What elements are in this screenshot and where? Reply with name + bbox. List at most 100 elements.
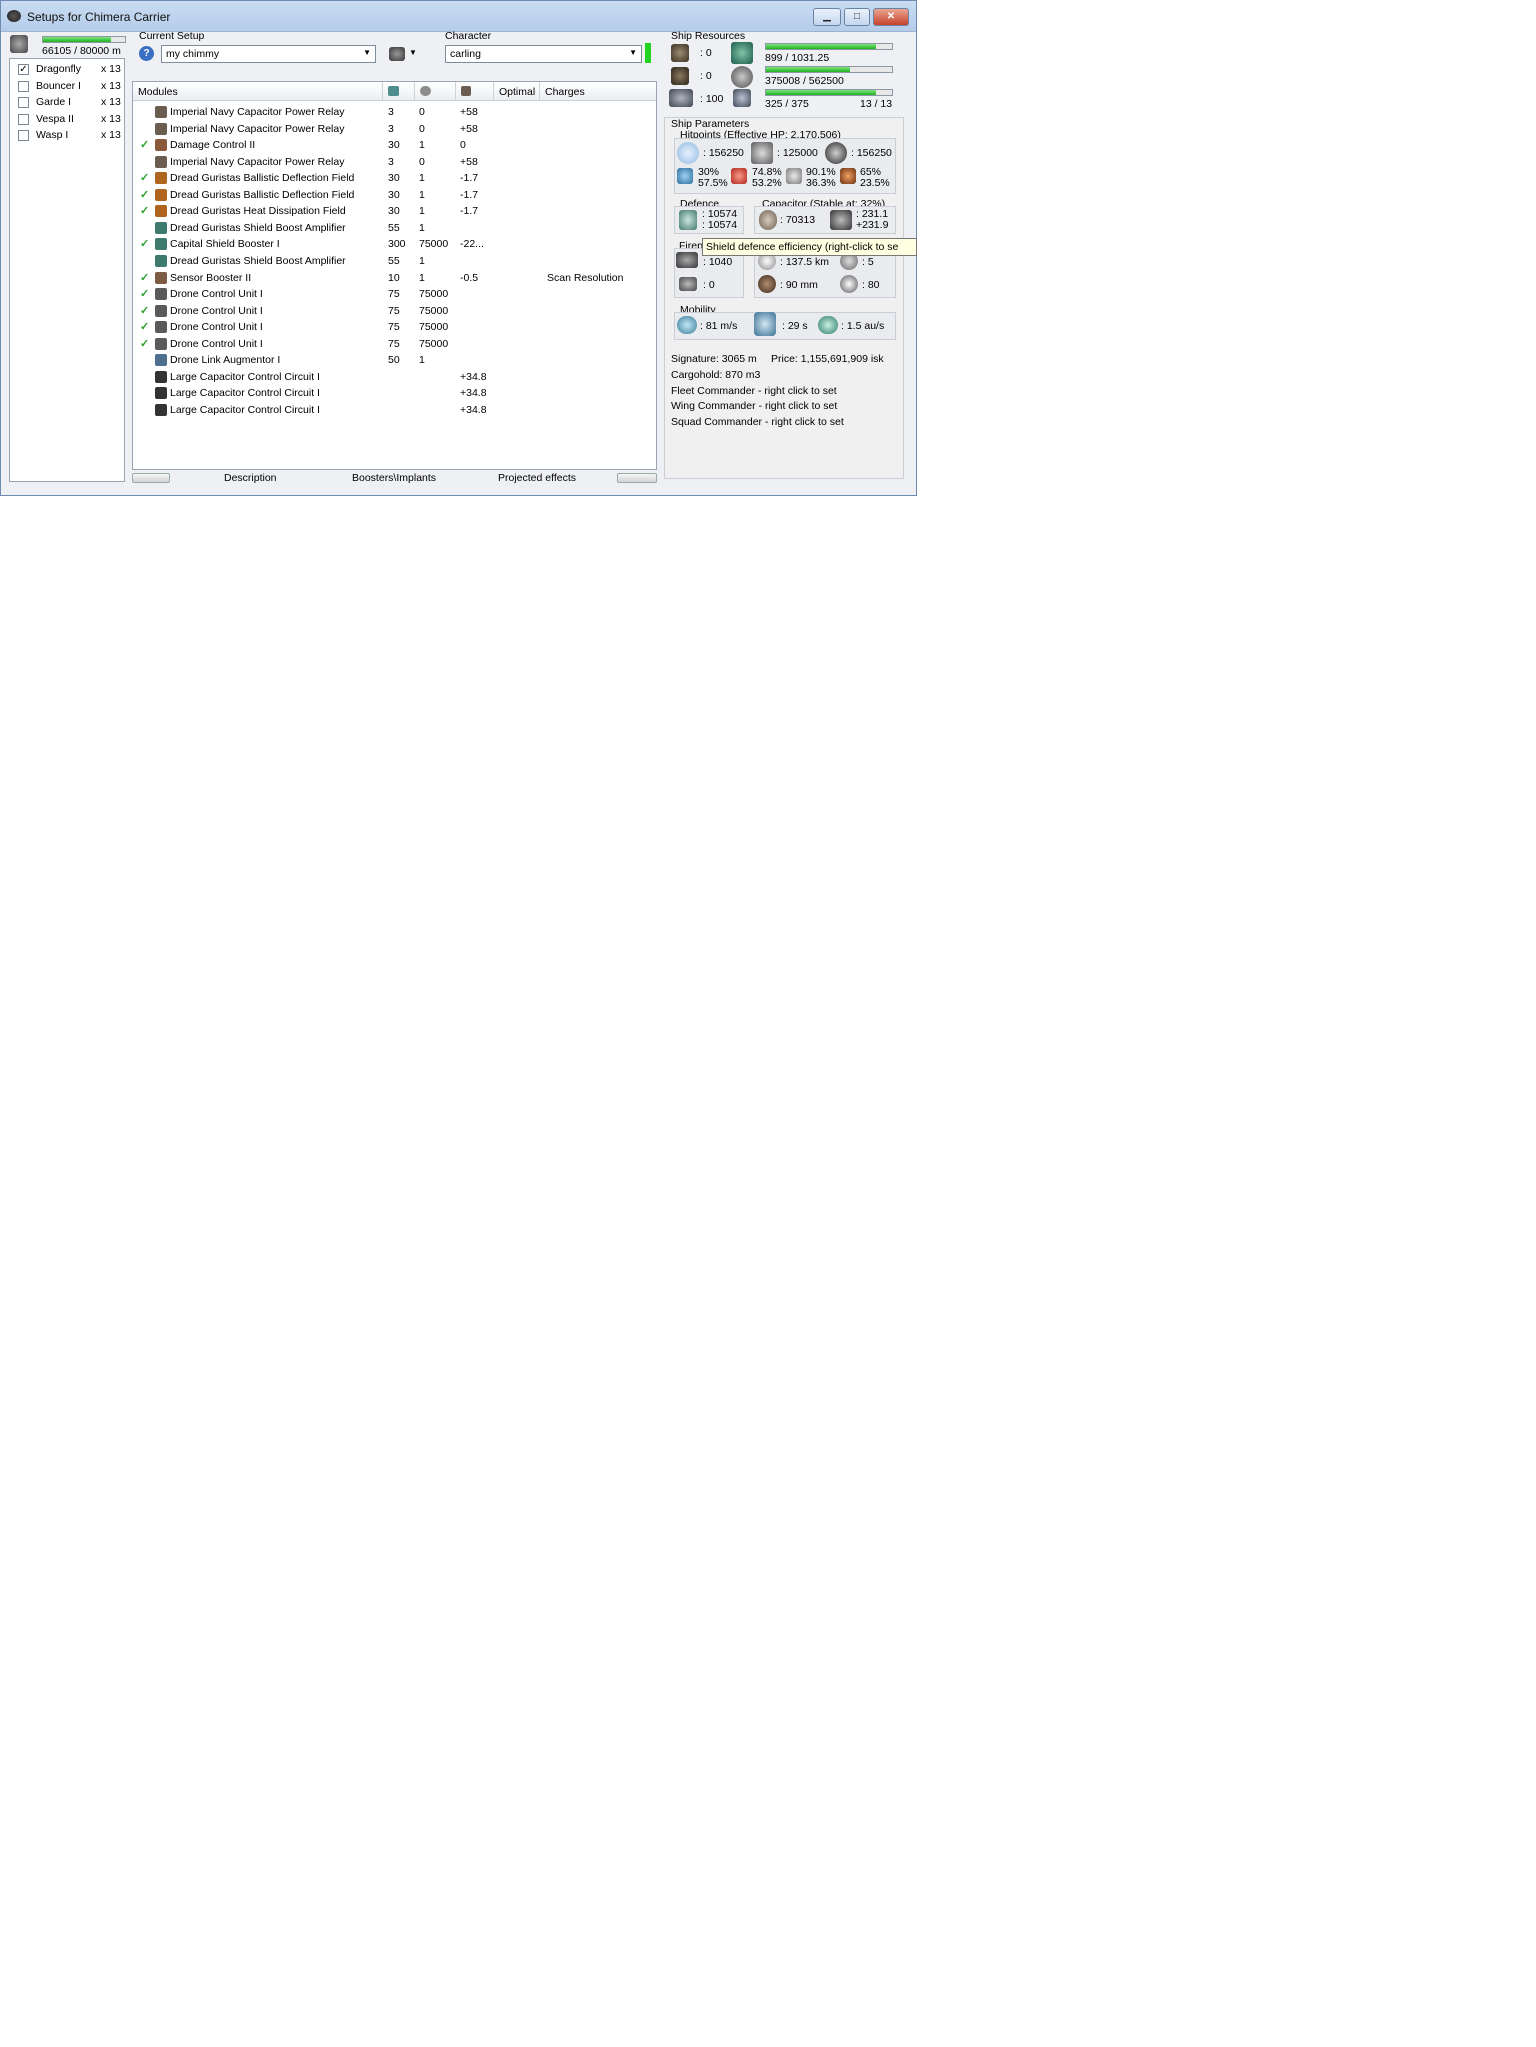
- module-row[interactable]: ✓ Damage Control II 30 1 0: [133, 137, 653, 153]
- cpu-column-header[interactable]: [383, 82, 415, 100]
- minimize-button[interactable]: ▁: [813, 8, 841, 26]
- modules-table[interactable]: Modules Optimal Charges Imperial Navy Ca…: [132, 81, 657, 470]
- module-capacitor: -22...: [460, 238, 484, 251]
- module-cpu: 30: [388, 139, 400, 152]
- drone-name: Bouncer I: [36, 79, 81, 92]
- drone-bandwidth-icon: [669, 89, 693, 107]
- explosive-resist-icon[interactable]: [840, 168, 856, 184]
- module-capacitor: -1.7: [460, 172, 479, 185]
- module-powergrid: 1: [419, 172, 425, 185]
- explosive-resist: 65% 23.5%: [860, 167, 890, 189]
- title-bar[interactable]: Setups for Chimera Carrier ▁ □ ✕: [1, 1, 916, 32]
- module-row[interactable]: ✓ Drone Control Unit I 75 75000: [133, 319, 653, 335]
- drone-row[interactable]: Bouncer I x 13: [14, 79, 126, 94]
- character-select[interactable]: carling ▼: [445, 45, 642, 63]
- squad-commander[interactable]: Squad Commander - right click to set: [671, 416, 844, 428]
- module-capacitor: -1.7: [460, 188, 479, 201]
- thermal-resist: 74.8% 53.2%: [752, 167, 782, 189]
- velocity-icon: [677, 316, 697, 334]
- module-icon: [155, 155, 167, 168]
- module-icon: [155, 238, 167, 251]
- firepower-volley: : 0: [703, 279, 715, 291]
- module-icon: [155, 403, 167, 416]
- optimal-column-header[interactable]: Optimal: [494, 82, 540, 100]
- module-capacitor: +34.8: [460, 387, 487, 400]
- drone-row[interactable]: Garde I x 13: [14, 95, 126, 110]
- module-name: Dread Guristas Ballistic Deflection Fiel…: [170, 188, 355, 201]
- em-resist-icon[interactable]: [677, 168, 693, 184]
- module-row[interactable]: Dread Guristas Shield Boost Amplifier 55 1: [133, 253, 653, 269]
- module-capacitor: +58: [460, 122, 478, 135]
- module-row[interactable]: ✓ Dread Guristas Ballistic Deflection Fie…: [133, 187, 653, 203]
- rig-slots: 13 / 13: [860, 98, 893, 110]
- drone-bay-gauge: [42, 36, 126, 43]
- module-row[interactable]: Imperial Navy Capacitor Power Relay 3 0 +58: [133, 154, 653, 170]
- drone-checkbox[interactable]: [18, 80, 29, 92]
- drone-row[interactable]: ✓ Dragonfly x 13: [14, 62, 126, 77]
- module-row[interactable]: ✓ Drone Control Unit I 75 75000: [133, 286, 653, 302]
- close-button[interactable]: ✕: [873, 8, 909, 26]
- powergrid-column-header[interactable]: [415, 82, 456, 100]
- module-icon: [155, 321, 167, 334]
- powergrid-gauge: [765, 66, 893, 73]
- module-row[interactable]: Large Capacitor Control Circuit I +34.8: [133, 369, 653, 385]
- module-row[interactable]: ✓ Dread Guristas Heat Dissipation Field 30…: [133, 203, 653, 219]
- kinetic-resist-icon[interactable]: [786, 168, 802, 184]
- module-active-check: ✓: [140, 288, 150, 301]
- fleet-commander[interactable]: Fleet Commander - right click to set: [671, 385, 837, 397]
- scroll-left-button[interactable]: [132, 473, 170, 483]
- module-row[interactable]: ✓ Drone Control Unit I 75 75000: [133, 303, 653, 319]
- tab-boosters-implants[interactable]: Boosters\Implants: [352, 472, 436, 484]
- drone-checkbox[interactable]: [18, 113, 29, 125]
- cpu-gauge: [765, 43, 893, 50]
- setup-select-value: my chimmy: [166, 48, 220, 60]
- ship-menu-icon[interactable]: [389, 47, 405, 61]
- module-row[interactable]: ✓ Sensor Booster II 10 1 -0.5 Scan Resolution: [133, 270, 653, 286]
- module-icon: [155, 188, 167, 201]
- drone-row[interactable]: Vespa II x 13: [14, 112, 126, 127]
- charges-column-header[interactable]: Charges: [540, 82, 656, 100]
- drone-list[interactable]: ✓ Dragonfly x 13 Bouncer Ix 13 Garde Ix 13 Ve…: [9, 58, 125, 482]
- module-row[interactable]: Large Capacitor Control Circuit I +34.8: [133, 385, 653, 401]
- setup-select[interactable]: my chimmy ▼: [161, 45, 376, 63]
- module-row[interactable]: Imperial Navy Capacitor Power Relay 3 0 +58: [133, 104, 653, 120]
- tab-projected-effects[interactable]: Projected effects: [498, 472, 576, 484]
- tab-description[interactable]: Description: [224, 472, 277, 484]
- module-name: Large Capacitor Control Circuit I: [170, 370, 320, 383]
- module-row[interactable]: Large Capacitor Control Circuit I +34.8: [133, 402, 653, 418]
- drone-checkbox[interactable]: [18, 97, 29, 108]
- module-powergrid: 75000: [419, 304, 449, 317]
- module-active-check: ✓: [140, 337, 150, 350]
- maximize-icon: □: [853, 11, 861, 22]
- powergrid-usage: 375008 / 562500: [765, 75, 844, 87]
- calibration-icon: [733, 89, 751, 107]
- turret-hardpoints: : 0: [700, 47, 712, 59]
- module-row[interactable]: ✓ Capital Shield Booster I 300 75000 -22...: [133, 236, 653, 252]
- thermal-resist-icon[interactable]: [731, 168, 747, 184]
- drone-name: Vespa II: [36, 112, 74, 125]
- help-icon[interactable]: ?: [139, 46, 154, 61]
- module-cpu: 75: [388, 321, 400, 334]
- ship-resources-label: Ship Resources: [671, 30, 746, 42]
- module-row[interactable]: Drone Link Augmentor I 50 1: [133, 352, 653, 368]
- module-row[interactable]: Imperial Navy Capacitor Power Relay 3 0 +58: [133, 121, 653, 137]
- capacitor-column-header[interactable]: [456, 82, 494, 100]
- scroll-right-button[interactable]: [617, 473, 657, 483]
- module-row[interactable]: Dread Guristas Shield Boost Amplifier 55 1: [133, 220, 653, 236]
- module-row[interactable]: ✓ Drone Control Unit I 75 75000: [133, 336, 653, 352]
- drone-row[interactable]: Wasp I x 13: [14, 128, 126, 143]
- module-name: Imperial Navy Capacitor Power Relay: [170, 122, 345, 135]
- drone-checkbox[interactable]: ✓: [18, 64, 29, 75]
- module-icon: [155, 221, 167, 234]
- shield-defence-icon[interactable]: [679, 210, 697, 230]
- module-powergrid: 1: [419, 139, 425, 152]
- modules-column-header[interactable]: Modules: [133, 82, 383, 100]
- wing-commander[interactable]: Wing Commander - right click to set: [671, 400, 837, 412]
- chevron-down-icon[interactable]: ▼: [409, 48, 417, 57]
- module-cpu: 30: [388, 172, 400, 185]
- maximize-button[interactable]: □: [844, 8, 870, 26]
- module-active-check: ✓: [140, 172, 150, 185]
- drone-checkbox[interactable]: [18, 130, 29, 141]
- module-row[interactable]: ✓ Dread Guristas Ballistic Deflection Fie…: [133, 170, 653, 186]
- module-active-check: ✓: [140, 271, 150, 284]
